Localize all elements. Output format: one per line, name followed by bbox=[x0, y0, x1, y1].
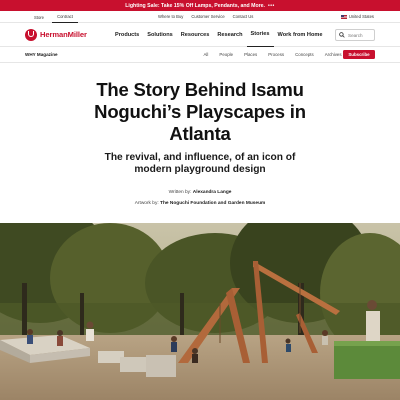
search-input[interactable]: Search bbox=[335, 29, 375, 41]
main-navigation: HermanMiller Products Solutions Resource… bbox=[0, 23, 400, 47]
article-title: The Story Behind Isamu Noguchi’s Playsca… bbox=[94, 79, 306, 144]
tab-store-label: Store bbox=[33, 14, 44, 20]
article-header: The Story Behind Isamu Noguchi’s Playsca… bbox=[0, 79, 400, 206]
contact-us-link[interactable]: Contact Us bbox=[233, 14, 254, 19]
herman-miller-logo-icon bbox=[25, 28, 37, 41]
nav-research[interactable]: Research bbox=[213, 23, 246, 47]
nav-solutions[interactable]: Solutions bbox=[143, 23, 176, 47]
tab-store[interactable]: Store bbox=[26, 11, 52, 23]
subnav-all[interactable]: All bbox=[198, 52, 214, 57]
author-link[interactable]: Alexandra Lange bbox=[193, 190, 232, 195]
customer-service-link[interactable]: Customer Service bbox=[191, 14, 224, 19]
nav-products[interactable]: Products bbox=[111, 23, 143, 47]
brand-logo[interactable]: HermanMiller bbox=[25, 28, 87, 41]
search-icon bbox=[339, 32, 345, 38]
magazine-subnav: WHY Magazine All People Places Process C… bbox=[0, 47, 400, 63]
subnav-places[interactable]: Places bbox=[239, 52, 263, 57]
artwork-credit: Artwork by: The Noguchi Foundation and G… bbox=[0, 201, 400, 206]
tab-contract[interactable]: Contract bbox=[52, 11, 78, 23]
subnav-process[interactable]: Process bbox=[263, 52, 290, 57]
nav-work-from-home[interactable]: Work from Home bbox=[274, 23, 327, 47]
hero-photo bbox=[0, 223, 400, 400]
region-selector[interactable]: United States bbox=[340, 14, 374, 19]
promo-banner[interactable]: Lighting Sale: Take 15% Off Lamps, Penda… bbox=[0, 0, 400, 11]
brand-name: HermanMiller bbox=[40, 30, 87, 39]
nav-stories[interactable]: Stories bbox=[246, 23, 274, 47]
utility-links: Where to Buy Customer Service Contact Us bbox=[158, 14, 253, 19]
nav-resources[interactable]: Resources bbox=[177, 23, 214, 47]
article-subtitle: The revival, and influence, of an icon o… bbox=[104, 152, 296, 175]
playscape-photo-illustration bbox=[0, 223, 400, 400]
subscribe-button[interactable]: Subscribe bbox=[343, 50, 375, 59]
credit-prefix: Artwork by: bbox=[134, 201, 159, 206]
where-to-buy-link[interactable]: Where to Buy bbox=[158, 14, 183, 19]
subnav-concepts[interactable]: Concepts bbox=[290, 52, 320, 57]
utility-bar: Store Contract Where to Buy Customer Ser… bbox=[0, 11, 400, 23]
subnav-items: All People Places Process Concepts Archi… bbox=[198, 52, 347, 57]
region-label: United States bbox=[348, 14, 374, 19]
credit-link[interactable]: The Noguchi Foundation and Garden Museum bbox=[160, 201, 265, 206]
promo-text[interactable]: Lighting Sale: Take 15% Off Lamps, Penda… bbox=[125, 3, 265, 9]
magazine-label[interactable]: WHY Magazine bbox=[25, 52, 58, 57]
promo-more-icon[interactable]: ••• bbox=[268, 3, 275, 9]
tab-contract-label: Contract bbox=[57, 14, 73, 19]
byline-prefix: Written by: bbox=[168, 190, 192, 195]
nav-items: Products Solutions Resources Research St… bbox=[111, 23, 326, 47]
subnav-people[interactable]: People bbox=[214, 52, 239, 57]
us-flag-icon bbox=[340, 14, 347, 19]
article-byline: Written by: Alexandra Lange bbox=[0, 190, 400, 195]
search-placeholder: Search bbox=[348, 32, 363, 38]
